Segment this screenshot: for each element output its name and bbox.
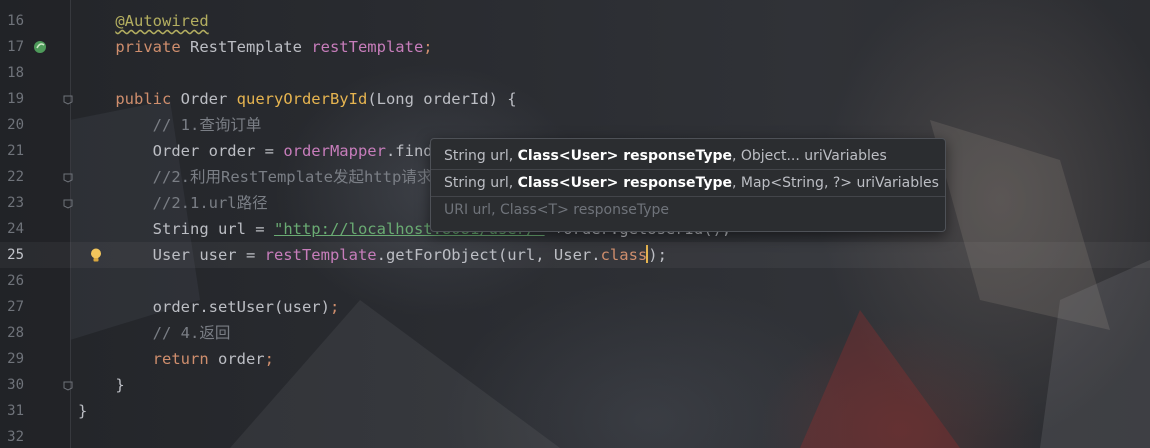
code-token: String url = — [152, 220, 274, 238]
code-token: // 1.查询订单 — [152, 116, 262, 134]
code-token: return — [152, 350, 218, 368]
code-line[interactable]: 18 — [0, 60, 1150, 86]
line-number: 32 — [7, 429, 24, 445]
code-token: queryOrderById — [236, 90, 368, 108]
code-text: } — [78, 372, 125, 398]
fold-marker-icon[interactable] — [62, 171, 74, 183]
line-number: 26 — [7, 273, 24, 289]
code-token: RestTemplate — [189, 38, 312, 56]
code-token: order.setUser(user) — [152, 298, 330, 316]
code-line[interactable]: 16 @Autowired — [0, 8, 1150, 34]
code-token: .getForObject(url, User. — [376, 246, 601, 264]
code-line[interactable]: 19 public Order queryOrderById(Long orde… — [0, 86, 1150, 112]
code-line[interactable]: 31} — [0, 398, 1150, 424]
code-editor[interactable]: 16 @Autowired 17 private RestTemplate res… — [0, 0, 1150, 448]
signature-item: String url, Class<User> responseType, Ob… — [431, 143, 945, 169]
line-number: 20 — [7, 117, 24, 133]
code-line[interactable]: 20 // 1.查询订单 — [0, 112, 1150, 138]
code-text: //2.1.url路径 — [78, 190, 268, 216]
code-token: order — [217, 350, 265, 368]
signature-text: , Map<String, ?> uriVariables — [731, 175, 939, 191]
signature-text: URI url, Class<T> responseType — [444, 202, 670, 218]
code-token: @Autowired — [115, 12, 209, 30]
fold-marker-icon[interactable] — [62, 93, 74, 105]
code-token: (Long orderId) { — [367, 90, 517, 108]
code-token: ; — [329, 298, 340, 316]
line-number: 25 — [7, 247, 24, 263]
code-text: User user = restTemplate.getForObject(ur… — [78, 242, 667, 268]
line-number: 22 — [7, 169, 24, 185]
code-token: restTemplate — [264, 246, 377, 264]
line-number: 29 — [7, 351, 24, 367]
code-token: private — [115, 38, 190, 56]
line-number: 18 — [7, 65, 24, 81]
code-line[interactable]: 17 private RestTemplate restTemplate; — [0, 34, 1150, 60]
signature-text: , Object... uriVariables — [731, 148, 887, 164]
code-token: ; — [423, 38, 433, 56]
code-token: ); — [648, 246, 667, 264]
line-number: 31 — [7, 403, 24, 419]
code-line[interactable]: 30 } — [0, 372, 1150, 398]
line-number: 19 — [7, 91, 24, 107]
code-text: return order; — [78, 346, 274, 372]
code-text: @Autowired — [78, 8, 209, 34]
code-token: } — [78, 402, 88, 420]
line-number: 16 — [7, 13, 24, 29]
code-line[interactable]: 26 — [0, 268, 1150, 294]
line-number: 23 — [7, 195, 24, 211]
code-line[interactable]: 25 User user = restTemplate.getForObject… — [0, 242, 1150, 268]
code-text: private RestTemplate restTemplate; — [78, 34, 433, 60]
code-token: Order order = — [152, 142, 284, 160]
signature-text: String url, — [444, 175, 518, 191]
code-token: ; — [264, 350, 274, 368]
line-number: 28 — [7, 325, 24, 341]
code-token: Order — [180, 90, 237, 108]
line-number: 17 — [7, 39, 24, 55]
line-number: 27 — [7, 299, 24, 315]
fold-marker-icon[interactable] — [62, 379, 74, 391]
line-number: 30 — [7, 377, 24, 393]
code-line[interactable]: 27 order.setUser(user); — [0, 294, 1150, 320]
code-text: // 4.返回 — [78, 320, 231, 346]
code-token: restTemplate — [311, 38, 424, 56]
code-line[interactable]: 28 // 4.返回 — [0, 320, 1150, 346]
current-parameter: Class<User> responseType — [517, 175, 732, 191]
code-line[interactable]: 29 return order; — [0, 346, 1150, 372]
code-line[interactable]: 32 — [0, 424, 1150, 448]
code-token: User user = — [152, 246, 265, 264]
bean-icon[interactable] — [32, 39, 48, 55]
signature-item: URI url, Class<T> responseType — [431, 197, 945, 223]
code-text: // 1.查询订单 — [78, 112, 262, 138]
fold-marker-icon[interactable] — [62, 197, 74, 209]
line-number: 21 — [7, 143, 24, 159]
code-token: } — [115, 376, 125, 394]
parameter-info-popup: String url, Class<User> responseType, Ob… — [430, 138, 946, 232]
line-number: 24 — [7, 221, 24, 237]
code-text: } — [78, 398, 87, 424]
signature-text: String url, — [444, 148, 518, 164]
code-text: public Order queryOrderById(Long orderId… — [78, 86, 517, 112]
code-token: //2.1.url路径 — [152, 194, 268, 212]
code-token: class — [600, 246, 648, 264]
code-token: // 4.返回 — [152, 324, 231, 342]
code-token: orderMapper — [283, 142, 386, 160]
current-parameter: Class<User> responseType — [517, 148, 732, 164]
code-token: public — [115, 90, 181, 108]
signature-item: String url, Class<User> responseType, Ma… — [431, 170, 945, 196]
code-text: order.setUser(user); — [78, 294, 340, 320]
